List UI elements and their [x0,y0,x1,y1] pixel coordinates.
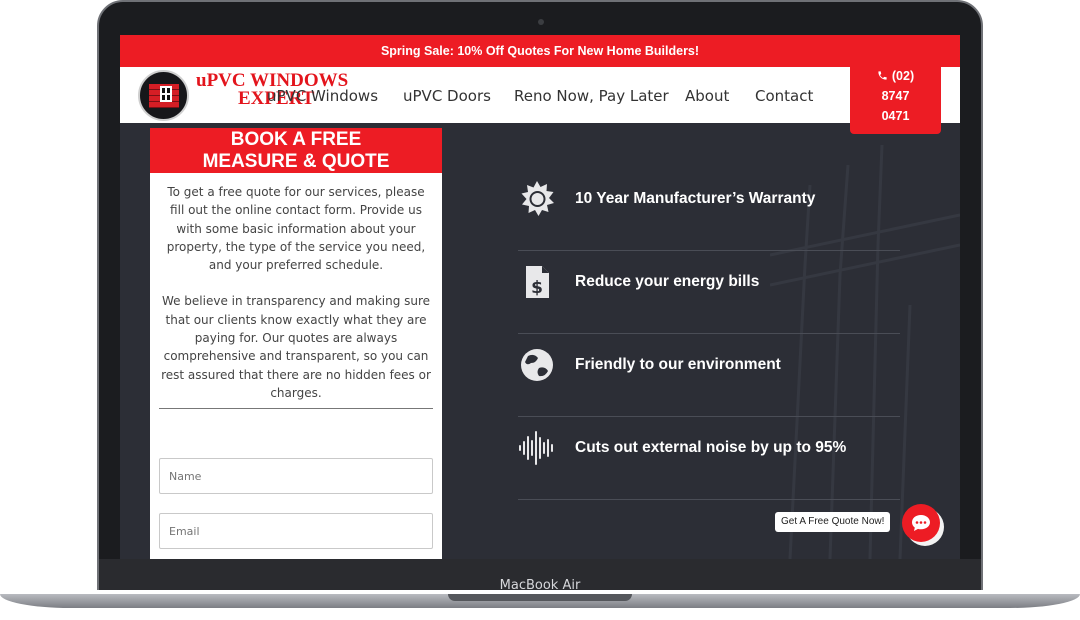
feature-label: Reduce your energy bills [575,273,760,290]
feature-item: Cuts out external noise by up to 95% [518,417,900,500]
nav-link-about[interactable]: About [685,87,729,105]
device-label: MacBook Air [499,578,581,593]
promo-text: Spring Sale: 10% Off Quotes For New Home… [380,44,700,58]
bill-icon: $ [526,266,549,298]
camera [538,19,544,25]
feature-label: 10 Year Manufacturer’s Warranty [575,190,816,207]
globe-icon [521,349,553,381]
badge-icon [521,181,554,216]
chat-button[interactable] [902,504,940,542]
nav-link-upvc-doors[interactable]: uPVC Doors [403,87,491,105]
quote-card-title: BOOK A FREE MEASURE & QUOTE [150,128,442,173]
quote-title-line-1: BOOK A FREE [230,129,362,150]
chat-icon [912,515,930,531]
email-field[interactable] [159,513,433,549]
phone-line-3: 0471 [881,109,910,123]
quote-paragraph-1: To get a free quote for our services, pl… [166,185,426,273]
logo-mark[interactable] [138,70,189,121]
promo-bar[interactable]: Spring Sale: 10% Off Quotes For New Home… [120,35,960,67]
feature-label: Cuts out external noise by up to 95% [575,439,847,456]
phone-line-1: (02) [891,69,915,83]
quote-form-card: BOOK A FREE MEASURE & QUOTE To get a fre… [150,128,442,559]
feature-label: Friendly to our environment [575,356,781,373]
feature-item: Friendly to our environment [518,334,900,417]
svg-text:$: $ [531,278,543,298]
divider [159,408,433,409]
browser-viewport: Spring Sale: 10% Off Quotes For New Home… [120,35,960,559]
nav-link-reno-now[interactable]: Reno Now, Pay Later [514,87,669,105]
feature-item: 10 Year Manufacturer’s Warranty [518,168,900,251]
features-list: 10 Year Manufacturer’s Warranty $ Reduce… [518,168,900,500]
window-icon [160,86,172,102]
laptop-notch [448,594,632,601]
quote-paragraph-2: We believe in transparency and making su… [161,294,431,400]
chat-cta-bubble[interactable]: Get A Free Quote Now! [775,512,891,532]
quote-title-line-2: MEASURE & QUOTE [202,151,390,172]
nav-link-contact[interactable]: Contact [755,87,813,105]
soundwave-icon [519,431,553,465]
quote-card-description: To get a free quote for our services, pl… [150,173,442,402]
header-nav: uPVC WINDOWS EXPERT uPVC Windows uPVC Do… [120,67,960,123]
phone-icon [878,71,887,80]
name-field[interactable] [159,458,433,494]
phone-button[interactable]: (02) 8747 0471 [850,66,941,134]
phone-line-2: 8747 [881,89,910,103]
nav-link-upvc-windows[interactable]: uPVC Windows [267,87,378,105]
feature-item: $ Reduce your energy bills [518,251,900,334]
